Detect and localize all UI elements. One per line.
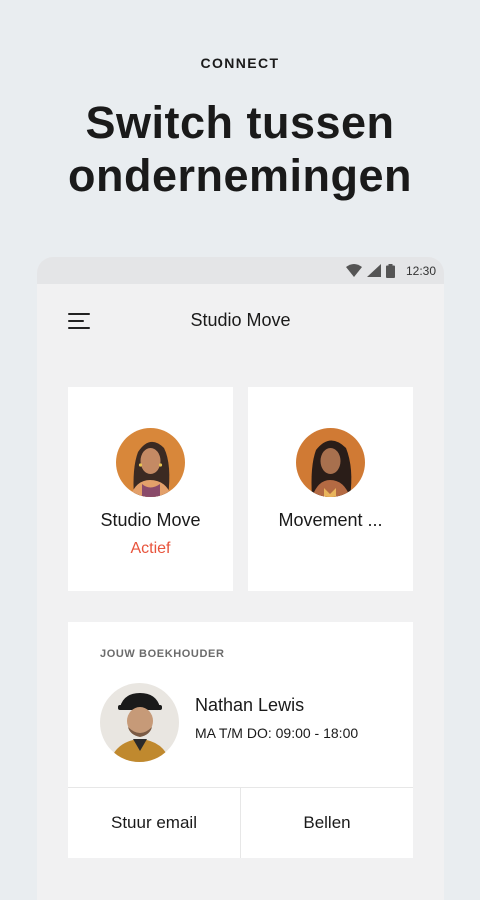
promo-headline: Switch tussen ondernemingen <box>0 96 480 202</box>
accountant-actions: Stuur email Bellen <box>68 787 413 858</box>
woman-portrait-image <box>296 428 365 497</box>
accountant-section-label: JOUW BOEKHOUDER <box>100 648 225 660</box>
accountant-card: JOUW BOEKHOUDER Nathan Lewis MA T/M DO: … <box>68 622 413 858</box>
accountant-name: Nathan Lewis <box>195 695 305 715</box>
business-avatar <box>116 428 185 497</box>
status-time: 12:30 <box>405 263 436 278</box>
send-email-button[interactable]: Stuur email <box>68 788 240 858</box>
man-portrait-image <box>100 683 179 762</box>
phone-frame: 12:30 Studio Move Studio Move Actief Mov… <box>37 257 444 900</box>
call-button[interactable]: Bellen <box>240 788 413 858</box>
headline-line-2: ondernemingen <box>67 150 413 201</box>
app-bar: Studio Move <box>37 284 444 358</box>
accountant-hours: MA T/M DO: 09:00 - 18:00 <box>195 725 359 741</box>
status-bar: 12:30 <box>37 257 444 284</box>
wifi-icon <box>345 264 362 277</box>
app-title: Studio Move <box>190 310 291 330</box>
business-card-studio-move[interactable]: Studio Move Actief <box>68 387 233 591</box>
accountant-avatar <box>100 683 179 762</box>
woman-portrait-image <box>116 428 185 497</box>
headline-line-1: Switch tussen <box>85 97 395 148</box>
promo-kicker: CONNECT <box>200 55 280 71</box>
business-avatar <box>296 428 365 497</box>
business-name: Movement ... <box>278 510 383 530</box>
business-status-badge: Actief <box>130 540 171 557</box>
business-name: Studio Move <box>100 510 201 530</box>
signal-icon <box>366 264 381 277</box>
battery-icon <box>385 263 395 278</box>
business-card-movement[interactable]: Movement ... <box>248 387 413 591</box>
